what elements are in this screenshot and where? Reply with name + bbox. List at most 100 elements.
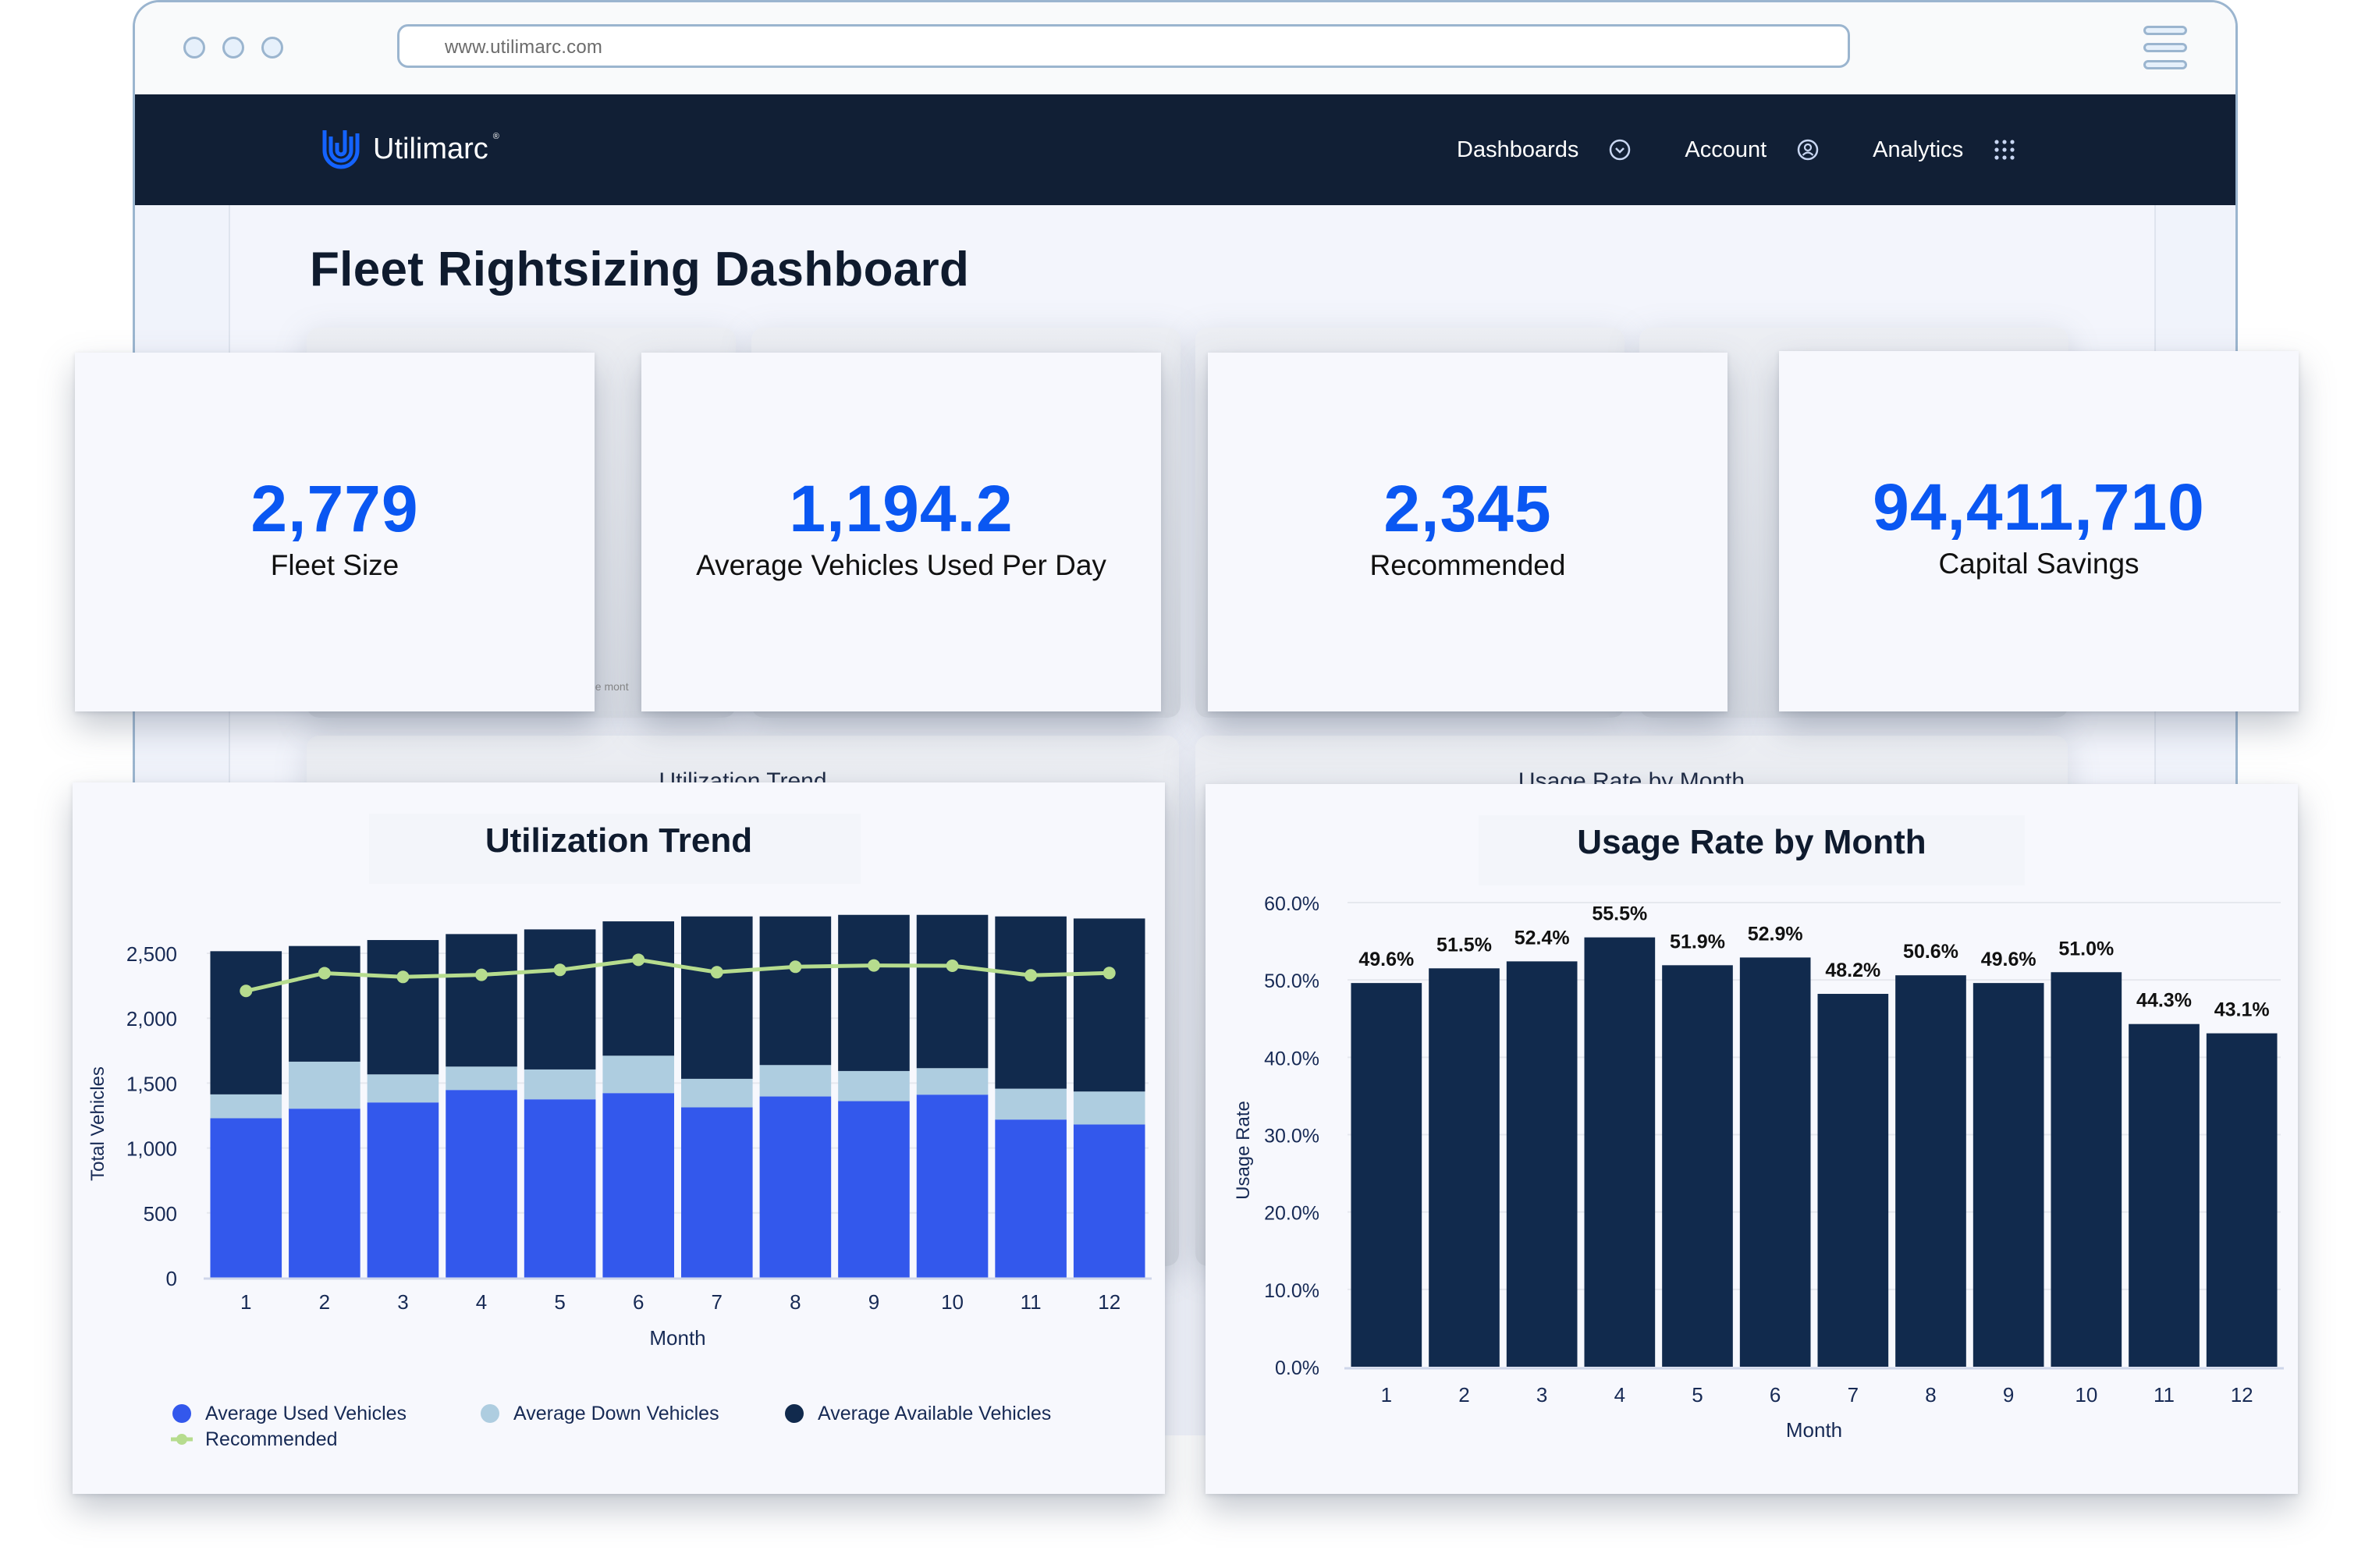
- legend-marker: [172, 1404, 191, 1423]
- bar-segment-average-used-vehicles: [995, 1119, 1067, 1278]
- user-circle-icon: [1796, 138, 1820, 161]
- brand-logo[interactable]: Utilimarc ®: [320, 126, 506, 172]
- bar-segment-average-available-vehicles: [916, 914, 989, 1069]
- nav-menu: Dashboards Account Analytics: [1457, 94, 2069, 205]
- kpi-card-fleet-size: 2,779 Fleet Size: [75, 353, 595, 711]
- window-close-button[interactable]: [183, 37, 205, 59]
- usage-bar: [1895, 975, 1966, 1367]
- background-card-note: he mont: [589, 680, 629, 693]
- bar-segment-average-down-vehicles: [916, 1068, 989, 1095]
- x-tick-label: 2: [319, 1290, 330, 1314]
- data-label: 49.6%: [1358, 949, 1414, 970]
- usage-bar: [1584, 937, 1656, 1367]
- bar-segment-average-down-vehicles: [210, 1094, 282, 1119]
- legend-label: Average Down Vehicles: [513, 1403, 719, 1424]
- y-axis-label: Usage Rate: [1233, 1101, 1254, 1200]
- usage-bar: [1351, 983, 1422, 1367]
- utilimarc-logo-icon: [322, 130, 360, 169]
- app-navbar: Utilimarc ® Dashboards Account Analytics: [135, 94, 2235, 205]
- browser-menu-icon[interactable]: [2143, 26, 2187, 69]
- nav-item-label: Analytics: [1873, 137, 1964, 162]
- x-tick-label: 11: [1021, 1290, 1042, 1314]
- x-tick-label: 6: [633, 1290, 644, 1314]
- nav-item-dashboards[interactable]: Dashboards: [1457, 137, 1632, 163]
- data-label: 51.5%: [1436, 934, 1492, 956]
- bar-segment-average-down-vehicles: [524, 1069, 596, 1100]
- legend-label: Average Available Vehicles: [818, 1403, 1051, 1424]
- page-title: Fleet Rightsizing Dashboard: [310, 243, 970, 296]
- x-tick-label: 1: [1381, 1383, 1392, 1407]
- x-tick-label: 10: [2075, 1383, 2097, 1407]
- x-tick-label: 12: [2231, 1383, 2253, 1407]
- bar-segment-average-available-vehicles: [524, 929, 596, 1070]
- bar-segment-average-used-vehicles: [446, 1090, 517, 1278]
- nav-item-label: Dashboards: [1457, 137, 1579, 162]
- x-tick-label: 6: [1770, 1383, 1781, 1407]
- bar-segment-average-available-vehicles: [289, 945, 360, 1062]
- bar-segment-average-available-vehicles: [1073, 918, 1145, 1092]
- recommended-point: [710, 966, 723, 979]
- usage-bar: [2051, 972, 2122, 1367]
- legend-marker: [176, 1434, 187, 1445]
- nav-item-analytics[interactable]: Analytics: [1873, 137, 2016, 163]
- data-label: 51.9%: [1670, 931, 1725, 953]
- bar-segment-average-available-vehicles: [995, 916, 1067, 1089]
- bar-segment-average-used-vehicles: [916, 1094, 989, 1278]
- data-label: 43.1%: [2214, 999, 2270, 1021]
- data-label: 52.4%: [1514, 927, 1570, 949]
- data-label: 48.2%: [1825, 960, 1880, 981]
- y-tick-label: 2,000: [126, 1007, 177, 1031]
- x-tick-label: 8: [1925, 1383, 1936, 1407]
- registered-mark: ®: [492, 132, 499, 141]
- usage-bar: [1817, 994, 1889, 1367]
- bar-segment-average-down-vehicles: [995, 1088, 1067, 1120]
- address-bar[interactable]: www.utilimarc.com: [397, 24, 1850, 68]
- y-tick-label: 30.0%: [1264, 1126, 1319, 1148]
- bar-segment-average-available-vehicles: [838, 914, 910, 1071]
- recommended-point: [475, 968, 488, 981]
- data-label: 44.3%: [2136, 990, 2192, 1012]
- usage-bar: [1973, 983, 2044, 1367]
- usage-bar: [1739, 957, 1811, 1367]
- bar-segment-average-used-vehicles: [210, 1118, 282, 1278]
- nav-item-account[interactable]: Account: [1685, 137, 1820, 163]
- kpi-label: Average Vehicles Used Per Day: [696, 549, 1106, 581]
- bar-segment-average-down-vehicles: [367, 1074, 439, 1103]
- bar-segment-average-down-vehicles: [1073, 1091, 1145, 1125]
- x-tick-label: 5: [1692, 1383, 1703, 1407]
- bar-segment-average-available-vehicles: [210, 951, 282, 1094]
- legend-marker: [481, 1404, 499, 1423]
- recommended-point: [553, 963, 566, 977]
- bar-segment-average-used-vehicles: [289, 1109, 360, 1278]
- bar-segment-average-down-vehicles: [759, 1065, 832, 1097]
- bar-segment-average-used-vehicles: [838, 1101, 910, 1278]
- x-tick-label: 1: [240, 1290, 251, 1314]
- y-tick-label: 0: [166, 1267, 177, 1290]
- x-tick-label: 12: [1098, 1290, 1120, 1314]
- bar-segment-average-available-vehicles: [681, 916, 753, 1079]
- kpi-label: Fleet Size: [270, 549, 399, 581]
- y-tick-label: 10.0%: [1264, 1280, 1319, 1302]
- kpi-card-capital-savings: 94,411,710 Capital Savings: [1779, 351, 2299, 711]
- recommended-point: [240, 984, 253, 998]
- kpi-value: 2,345: [1383, 472, 1552, 545]
- y-tick-label: 0.0%: [1275, 1357, 1319, 1379]
- bar-segment-average-used-vehicles: [681, 1107, 753, 1278]
- data-label: 55.5%: [1592, 903, 1647, 925]
- recommended-point: [396, 970, 410, 984]
- x-tick-label: 5: [554, 1290, 565, 1314]
- data-label: 52.9%: [1748, 923, 1803, 945]
- x-tick-label: 3: [1536, 1383, 1547, 1407]
- window-minimize-button[interactable]: [222, 37, 244, 59]
- y-tick-label: 20.0%: [1264, 1203, 1319, 1225]
- recommended-point: [318, 967, 331, 980]
- x-tick-label: 8: [790, 1290, 801, 1314]
- window-maximize-button[interactable]: [261, 37, 283, 59]
- usage-bar: [1506, 961, 1578, 1367]
- window-controls: [183, 37, 283, 59]
- y-tick-label: 1,000: [126, 1137, 177, 1161]
- x-axis-label: Month: [649, 1326, 705, 1350]
- screenshot-stage: www.utilimarc.com Utilimarc ® Dashboards: [0, 0, 2372, 1568]
- legend-marker: [785, 1404, 804, 1423]
- x-tick-label: 7: [712, 1290, 723, 1314]
